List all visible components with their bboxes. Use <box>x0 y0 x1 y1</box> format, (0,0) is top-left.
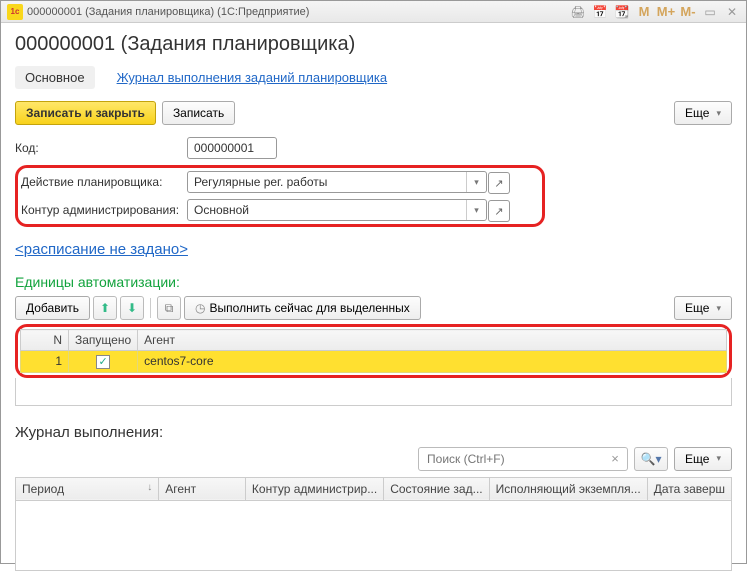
clear-icon[interactable]: × <box>606 450 624 468</box>
sort-icon: ↓ <box>147 482 152 493</box>
col-executor[interactable]: Исполняющий экземпля... <box>489 477 647 500</box>
circuit-label: Контур администрирования: <box>21 203 187 217</box>
m-button[interactable]: M <box>636 4 652 20</box>
action-label: Действие планировщика: <box>21 175 187 189</box>
more-button[interactable]: Еще <box>674 101 732 125</box>
table-row[interactable]: 1 centos7-core <box>21 351 727 373</box>
col-circuit[interactable]: Контур администрир... <box>245 477 383 500</box>
cell-agent: centos7-core <box>138 351 727 373</box>
units-grid: N Запущено Агент 1 centos7-core <box>20 329 727 373</box>
add-button[interactable]: Добавить <box>15 296 90 320</box>
log-empty-area <box>15 501 732 571</box>
search-box: × <box>418 447 628 471</box>
titlebar: 1c 000000001 (Задания планировщика) (1С:… <box>1 1 746 23</box>
col-finished[interactable]: Дата заверш <box>647 477 731 500</box>
save-close-button[interactable]: Записать и закрыть <box>15 101 156 125</box>
highlighted-fields: Действие планировщика: Регулярные рег. р… <box>15 165 545 227</box>
action-value: Регулярные рег. работы <box>194 175 327 189</box>
tab-main[interactable]: Основное <box>15 66 95 89</box>
cell-n: 1 <box>21 351 69 373</box>
action-field[interactable]: Регулярные рег. работы ▾ ↗ <box>187 171 487 193</box>
open-icon[interactable]: ↗ <box>488 172 510 194</box>
open-icon[interactable]: ↗ <box>488 200 510 222</box>
circuit-field[interactable]: Основной ▾ ↗ <box>187 199 487 221</box>
m-plus-button[interactable]: M+ <box>658 4 674 20</box>
calendar-icon[interactable]: 📅 <box>592 4 608 20</box>
code-value: 000000001 <box>194 141 254 155</box>
col-launched[interactable]: Запущено <box>69 330 138 351</box>
col-agent[interactable]: Агент <box>138 330 727 351</box>
run-selected-button[interactable]: ◷ Выполнить сейчас для выделенных <box>184 296 421 320</box>
col-status[interactable]: Состояние зад... <box>384 477 489 500</box>
grid-empty-area <box>15 378 732 406</box>
run-selected-label: Выполнить сейчас для выделенных <box>210 301 410 315</box>
circuit-value: Основной <box>194 203 249 217</box>
date-icon[interactable]: 📆 <box>614 4 630 20</box>
log-more-button[interactable]: Еще <box>674 447 732 471</box>
log-grid: Период↓ Агент Контур администрир... Сост… <box>15 477 732 501</box>
schedule-link[interactable]: <расписание не задано> <box>15 241 188 258</box>
m-minus-button[interactable]: M- <box>680 4 696 20</box>
app-logo: 1c <box>7 4 23 20</box>
move-up-icon[interactable]: ⬆ <box>93 296 117 320</box>
col-n[interactable]: N <box>21 330 69 351</box>
tabs: Основное Журнал выполнения заданий плани… <box>15 66 732 89</box>
window-title: 000000001 (Задания планировщика) (1С:Пре… <box>27 6 570 18</box>
print-icon[interactable]: 🖨 <box>570 4 586 20</box>
search-input[interactable] <box>418 447 628 471</box>
dropdown-icon[interactable]: ▾ <box>466 172 486 192</box>
units-grid-highlight: N Запущено Агент 1 centos7-core <box>15 324 732 378</box>
clock-icon: ◷ <box>195 301 205 315</box>
dropdown-icon[interactable]: ▾ <box>466 200 486 220</box>
cell-launched[interactable] <box>69 351 138 373</box>
units-title: Единицы автоматизации: <box>15 274 732 290</box>
close-icon[interactable]: ✕ <box>724 4 740 20</box>
checkbox-icon[interactable] <box>96 355 110 369</box>
move-down-icon[interactable]: ⬇ <box>120 296 144 320</box>
minimize-icon[interactable]: ▭ <box>702 4 718 20</box>
col-period[interactable]: Период↓ <box>16 477 159 500</box>
copy-icon[interactable]: ⧉ <box>157 296 181 320</box>
save-button[interactable]: Записать <box>162 101 235 125</box>
code-label: Код: <box>15 141 187 155</box>
col-agent[interactable]: Агент <box>159 477 246 500</box>
code-field[interactable]: 000000001 <box>187 137 277 159</box>
search-button[interactable]: 🔍▾ <box>634 447 668 471</box>
log-title: Журнал выполнения: <box>15 424 732 441</box>
units-more-button[interactable]: Еще <box>674 296 732 320</box>
tab-log[interactable]: Журнал выполнения заданий планировщика <box>107 66 398 89</box>
page-title: 000000001 (Задания планировщика) <box>15 33 732 56</box>
divider <box>150 298 151 318</box>
